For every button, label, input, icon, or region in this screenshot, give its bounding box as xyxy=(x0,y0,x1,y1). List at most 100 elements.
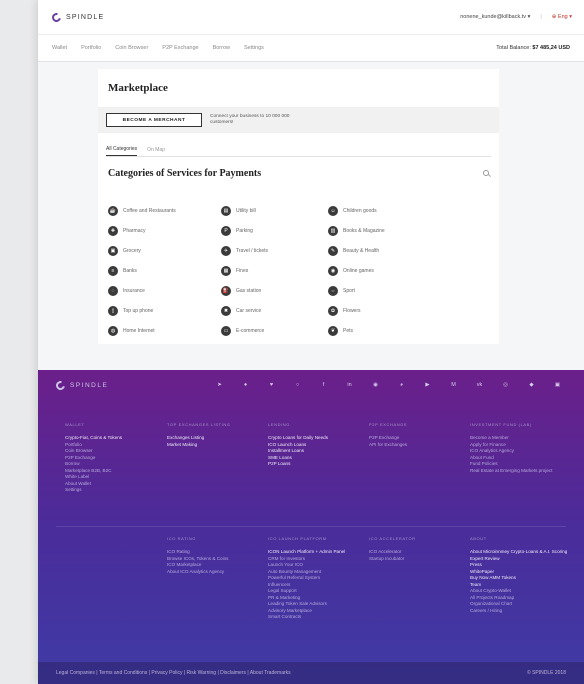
footer-link[interactable]: API for Exchanges xyxy=(369,442,459,449)
category-online-games[interactable]: ◉ Online games xyxy=(328,263,448,278)
spindle-logo-icon xyxy=(50,10,63,24)
become-merchant-button[interactable]: BECOME A MERCHANT xyxy=(106,113,202,127)
footer-heading: INVESTMENT FUND (LAB) xyxy=(470,422,532,427)
category-top-up-phone[interactable]: ▯ Top up phone xyxy=(108,303,221,318)
pet-icon: ❦ xyxy=(328,325,338,336)
github-icon[interactable]: ○ xyxy=(293,380,302,389)
nav-item-p2p-exchange[interactable]: P2P Exchange xyxy=(162,45,198,51)
footer-link[interactable]: Real Estate at Emerging Markets project xyxy=(470,468,560,475)
footer-link[interactable]: Market Making xyxy=(167,442,257,449)
nav-item-portfolio[interactable]: Portfolio xyxy=(81,45,101,51)
linkedin-icon[interactable]: in xyxy=(345,380,354,389)
language-label: Eng xyxy=(557,14,568,20)
legal-links[interactable]: Legal Companies | Terms and Conditions |… xyxy=(56,670,291,676)
instagram-icon[interactable]: ◎ xyxy=(501,380,510,389)
footer-link[interactable]: About ICO Analytics Agency xyxy=(167,569,257,576)
categories-title: Categories of Services for Payments xyxy=(108,167,262,179)
language-selector[interactable]: ⊕ Eng ▾ xyxy=(552,14,572,20)
category-flowers[interactable]: ✿ Flowers xyxy=(328,303,448,318)
category-label: Top up phone xyxy=(123,307,154,314)
footer-link[interactable]: About Microinnmey Crypto-Loans & A.I. Sc… xyxy=(470,549,567,556)
social-links: ➤ ● ♥ ○ f in ◉ ◕ ▶ M vk ◎ ◆ ▣ xyxy=(215,380,562,389)
category-grocery[interactable]: ▣ Grocery xyxy=(108,243,221,258)
category-sport[interactable]: ⇔ Sport xyxy=(328,283,448,298)
footer-heading: LENDING xyxy=(268,422,290,427)
nav-item-borrow[interactable]: Borrow xyxy=(213,45,230,51)
nav-item-settings[interactable]: Settings xyxy=(244,45,264,51)
category-car-service[interactable]: ✖ Car service xyxy=(221,303,328,318)
category-gas-station[interactable]: ⛽ Gas station xyxy=(221,283,328,298)
medium-m-icon[interactable]: M xyxy=(449,380,458,389)
footer-col-ico-rating: ICO RATING ICO Rating Browse ICOs, Token… xyxy=(167,536,257,575)
logo-text: SPINDLE xyxy=(66,13,105,21)
footer-col-lending: LENDING Crypto Loans for Daily Needs ICO… xyxy=(268,422,358,468)
book-icon: ▥ xyxy=(328,225,338,236)
footer-top: SPINDLE ➤ ● ♥ ○ f in ◉ ◕ ▶ M vk ◎ ◆ ▣ xyxy=(38,370,584,400)
category-label: Travel / tickets xyxy=(236,247,269,254)
chat-icon[interactable]: ◆ xyxy=(527,380,536,389)
footer-link[interactable]: Smart Contracts xyxy=(268,614,358,621)
logo[interactable]: SPINDLE xyxy=(50,10,105,24)
category-coffee-and-restaurants[interactable]: ☕ Coffee and Restaurants xyxy=(108,203,221,218)
tab-on-map[interactable]: On Map xyxy=(147,147,165,156)
search-icon[interactable] xyxy=(483,170,489,176)
category-fines[interactable]: ▦ Fines xyxy=(221,263,328,278)
vk-icon[interactable]: vk xyxy=(475,380,484,389)
category-books-magazine[interactable]: ▥ Books & Magazine xyxy=(328,223,448,238)
telegram-icon[interactable]: ➤ xyxy=(215,380,224,389)
gas-icon: ⛽ xyxy=(221,285,231,296)
category-children-goods[interactable]: ☺ Children goods xyxy=(328,203,448,218)
user-email-dropdown[interactable]: nonene_kunde@killback.tv ▾ xyxy=(460,14,530,20)
category-e-commerce[interactable]: ▭ E-commerce xyxy=(221,323,328,338)
category-label: Beauty & Health xyxy=(343,247,380,254)
total-balance: Total Balance: $7 485,24 USD xyxy=(496,45,570,51)
user-area: nonene_kunde@killback.tv ▾ | ⊕ Eng ▾ xyxy=(460,0,572,34)
travel-icon: ✈ xyxy=(221,245,231,256)
footer-link[interactable]: ICON Launch Platform + Admin Panel xyxy=(268,549,358,556)
footer-logo[interactable]: SPINDLE xyxy=(54,378,109,392)
category-label: Fines xyxy=(236,267,249,274)
weibo-icon[interactable]: ◕ xyxy=(397,380,406,389)
category-pets[interactable]: ❦ Pets xyxy=(328,323,448,338)
category-home-internet[interactable]: ◍ Home Internet xyxy=(108,323,221,338)
chevron-down-icon: ▾ xyxy=(569,14,572,20)
category-utility-bill[interactable]: ▤ Utility bill xyxy=(221,203,328,218)
internet-icon: ◍ xyxy=(108,325,118,336)
footer-col-about: ABOUT About Microinnmey Crypto-Loans & A… xyxy=(470,536,567,615)
category-travel-tickets[interactable]: ✈ Travel / tickets xyxy=(221,243,328,258)
category-pharmacy[interactable]: ✚ Pharmacy xyxy=(108,223,221,238)
bitcointalk-icon[interactable]: ▣ xyxy=(553,380,562,389)
footer-heading: WALLET xyxy=(65,422,85,427)
nav-item-coin-browser[interactable]: Coin Browser xyxy=(115,45,148,51)
gamepad-icon: ◉ xyxy=(328,265,338,276)
footer-logo-text: SPINDLE xyxy=(70,381,109,389)
main-nav: Wallet Portfolio Coin Browser P2P Exchan… xyxy=(38,34,584,62)
flower-icon: ✿ xyxy=(328,305,338,316)
tab-all-categories[interactable]: All Categories xyxy=(106,146,138,156)
copyright: © SPINDLE 2018 xyxy=(527,670,566,676)
footer-col-ico-launch: ICO LAUNCH PLATFORM ICON Launch Platform… xyxy=(268,536,358,621)
twitter-icon[interactable]: ♥ xyxy=(267,380,276,389)
footer-heading: TOP EXCHANGES LISTING xyxy=(167,422,231,427)
reddit-icon[interactable]: ● xyxy=(241,380,250,389)
footer-col-accelerator: ICO ACCELERATOR ICO Accelerator Startup … xyxy=(369,536,459,562)
facebook-icon[interactable]: f xyxy=(319,380,328,389)
footer-link[interactable]: Startup Incubator xyxy=(369,556,459,563)
category-label: Flowers xyxy=(343,307,361,314)
nav-item-wallet[interactable]: Wallet xyxy=(52,45,67,51)
footer-heading: ABOUT xyxy=(470,536,487,541)
footer-link[interactable]: Settings xyxy=(65,487,155,494)
grocery-icon: ▣ xyxy=(108,245,118,256)
footer-heading: ICO LAUNCH PLATFORM xyxy=(268,536,327,541)
category-parking[interactable]: P Parking xyxy=(221,223,328,238)
category-beauty-health[interactable]: ✎ Beauty & Health xyxy=(328,243,448,258)
youtube-icon[interactable]: ▶ xyxy=(423,380,432,389)
coffee-icon: ☕ xyxy=(108,205,118,216)
balance-value: $7 485,24 USD xyxy=(532,45,570,51)
footer-link[interactable]: Careers / Hiring xyxy=(470,608,560,615)
footer-link[interactable]: P2P Loans xyxy=(268,461,358,468)
category-label: Pharmacy xyxy=(123,227,146,234)
category-insurance[interactable]: ◌ Insurance xyxy=(108,283,221,298)
category-banks[interactable]: ≡ Banks xyxy=(108,263,221,278)
medium-icon[interactable]: ◉ xyxy=(371,380,380,389)
